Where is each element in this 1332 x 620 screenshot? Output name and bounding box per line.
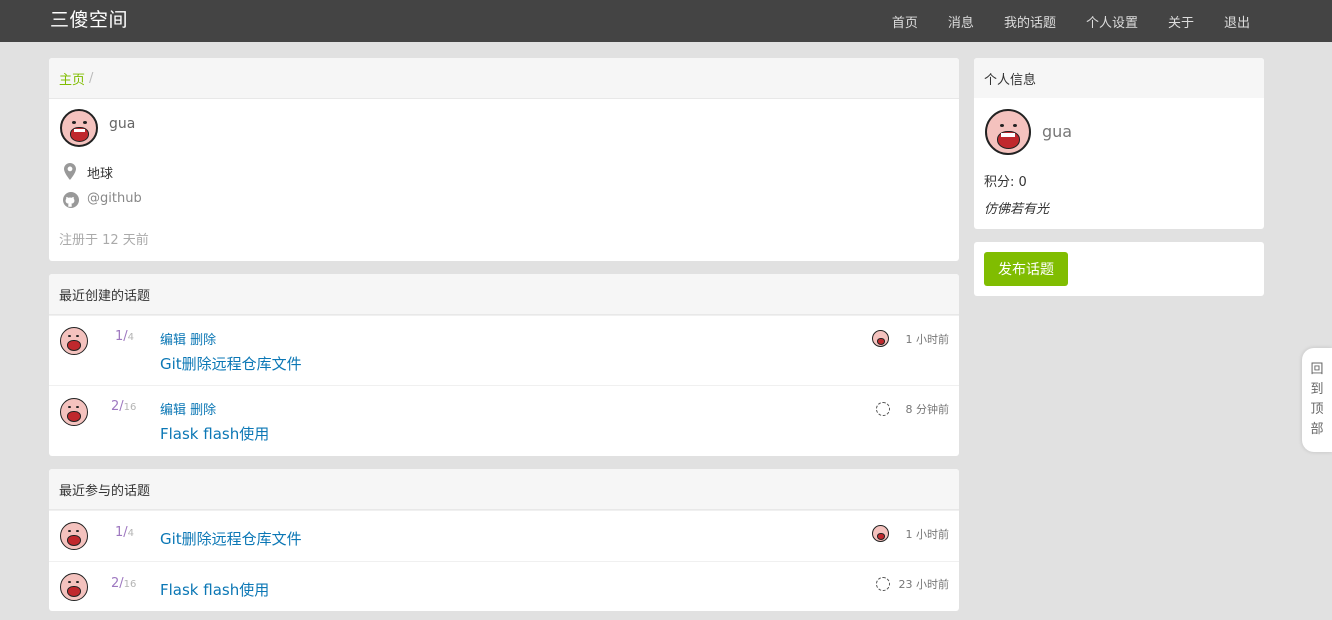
breadcrumb-home[interactable]: 主页 bbox=[59, 69, 85, 88]
profile-registered-time: 注册于 12 天前 bbox=[59, 233, 149, 248]
breadcrumb-separator: / bbox=[89, 70, 94, 86]
reply-view-count: 2/16 bbox=[111, 399, 137, 414]
recent-created-panel: 最近创建的话题 1/4 编辑 删除 Git删除远程仓库文件 1 小时前 2/16… bbox=[49, 274, 959, 456]
publish-panel: 发布话题 bbox=[974, 242, 1264, 296]
profile-panel: 主页 / gua 地球 @github 注册于 12 天前 bbox=[49, 58, 959, 261]
recent-participated-header: 最近参与的话题 bbox=[49, 469, 959, 510]
personal-info-panel: 个人信息 gua 积分: 0 仿佛若有光 bbox=[974, 58, 1264, 229]
last-reply-avatar[interactable] bbox=[872, 330, 889, 347]
site-brand[interactable]: 三傻空间 bbox=[50, 5, 128, 32]
top-navbar: 三傻空间 首页 消息 我的话题 个人设置 关于 退出 bbox=[0, 0, 1332, 42]
reply-view-count: 2/16 bbox=[111, 576, 137, 591]
user-avatar bbox=[60, 109, 98, 147]
topic-row: 1/4 编辑 删除 Git删除远程仓库文件 1 小时前 bbox=[49, 315, 959, 385]
nav-logout[interactable]: 退出 bbox=[1224, 12, 1250, 31]
recent-participated-panel: 最近参与的话题 1/4 Git删除远程仓库文件 1 小时前 2/16 Flask… bbox=[49, 469, 959, 611]
topic-author-avatar[interactable] bbox=[60, 327, 88, 355]
topic-author-avatar[interactable] bbox=[60, 573, 88, 601]
topic-row: 1/4 Git删除远程仓库文件 1 小时前 bbox=[49, 510, 959, 561]
profile-github-link[interactable]: @github bbox=[87, 191, 142, 206]
topic-time: 1 小时前 bbox=[905, 333, 950, 346]
nav-about[interactable]: 关于 bbox=[1168, 12, 1194, 31]
topic-row: 2/16 编辑 删除 Flask flash使用 8 分钟前 bbox=[49, 385, 959, 456]
topic-time: 23 小时前 bbox=[898, 578, 950, 591]
nav-my-topics[interactable]: 我的话题 bbox=[1004, 12, 1056, 31]
topic-author-avatar[interactable] bbox=[60, 398, 88, 426]
edit-topic-link[interactable]: 编辑 bbox=[160, 403, 186, 418]
back-to-top-button[interactable]: 回 到 顶 部 bbox=[1302, 348, 1332, 452]
last-reply-avatar[interactable] bbox=[872, 525, 889, 542]
edit-topic-link[interactable]: 编辑 bbox=[160, 333, 186, 348]
publish-topic-button[interactable]: 发布话题 bbox=[984, 252, 1068, 286]
breadcrumb: 主页 / bbox=[49, 58, 959, 99]
topic-row: 2/16 Flask flash使用 23 小时前 bbox=[49, 561, 959, 611]
profile-username: gua bbox=[109, 116, 136, 132]
topic-title-link[interactable]: Flask flash使用 bbox=[160, 579, 269, 600]
score-label: 积分: 0 bbox=[984, 175, 1027, 190]
reply-view-count: 1/4 bbox=[115, 329, 135, 344]
delete-topic-link[interactable]: 删除 bbox=[190, 403, 216, 418]
reply-view-count: 1/4 bbox=[115, 525, 135, 540]
delete-topic-link[interactable]: 删除 bbox=[190, 333, 216, 348]
back-to-top-char: 顶 bbox=[1310, 402, 1324, 417]
github-icon bbox=[63, 192, 79, 212]
topic-title-link[interactable]: Git删除远程仓库文件 bbox=[160, 353, 302, 374]
user-signature: 仿佛若有光 bbox=[984, 202, 1050, 217]
sidebar-avatar[interactable] bbox=[985, 109, 1031, 155]
topic-time: 8 分钟前 bbox=[905, 403, 950, 416]
profile-location: 地球 bbox=[87, 167, 114, 182]
topic-author-avatar[interactable] bbox=[60, 522, 88, 550]
sidebar-username[interactable]: gua bbox=[1042, 122, 1072, 141]
topic-title-link[interactable]: Flask flash使用 bbox=[160, 423, 269, 444]
topic-title-link[interactable]: Git删除远程仓库文件 bbox=[160, 528, 302, 549]
nav-messages[interactable]: 消息 bbox=[948, 12, 974, 31]
back-to-top-char: 回 bbox=[1310, 362, 1324, 377]
last-reply-avatar[interactable] bbox=[876, 577, 890, 591]
nav-settings[interactable]: 个人设置 bbox=[1086, 12, 1138, 31]
nav-links: 首页 消息 我的话题 个人设置 关于 退出 bbox=[862, 0, 1250, 42]
back-to-top-char: 部 bbox=[1310, 422, 1324, 437]
last-reply-avatar[interactable] bbox=[876, 402, 890, 416]
topic-time: 1 小时前 bbox=[905, 528, 950, 541]
location-pin-icon bbox=[64, 163, 76, 184]
nav-home[interactable]: 首页 bbox=[892, 12, 918, 31]
recent-created-header: 最近创建的话题 bbox=[49, 274, 959, 315]
personal-info-header: 个人信息 bbox=[974, 58, 1264, 98]
back-to-top-char: 到 bbox=[1310, 382, 1324, 397]
